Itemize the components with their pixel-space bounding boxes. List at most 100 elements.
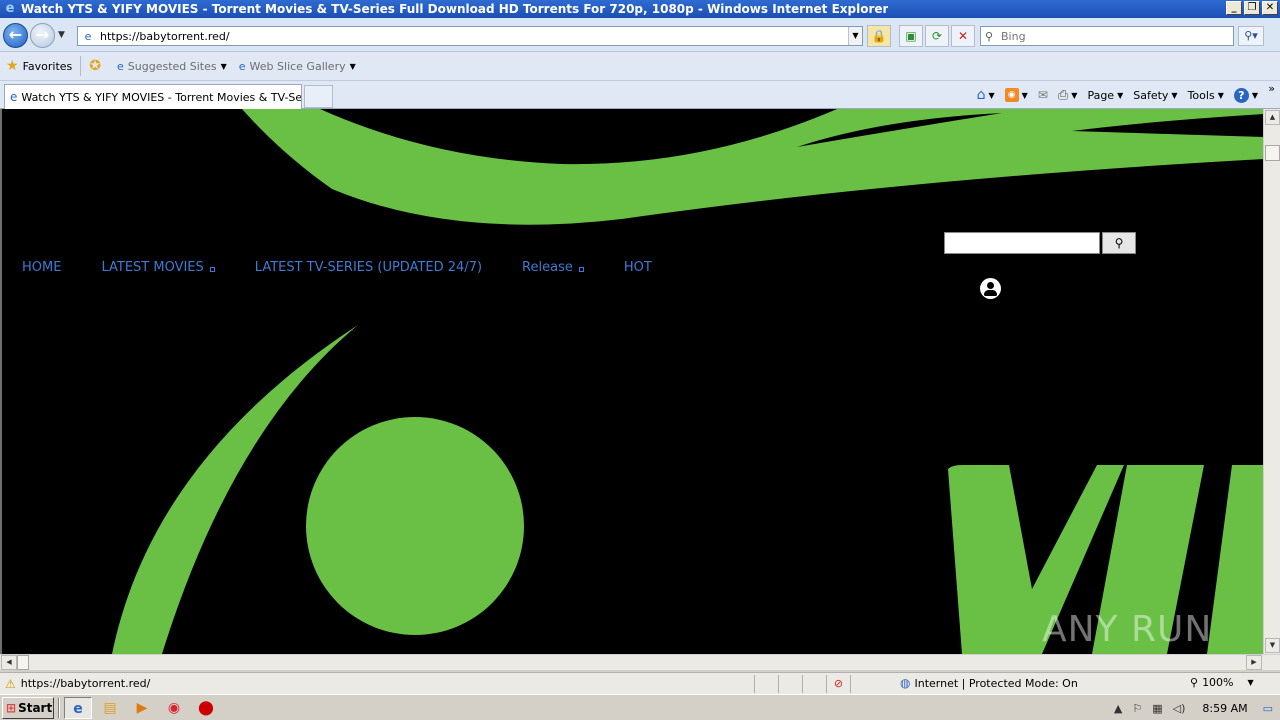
ie-icon: e — [5, 1, 15, 16]
address-dropdown-icon[interactable]: ▼ — [848, 27, 862, 45]
web-slice-gallery-link[interactable]: e Web Slice Gallery ▼ — [239, 60, 356, 73]
page-menu[interactable]: Page ▼ — [1087, 89, 1123, 102]
system-tray: ▲ ⚐ ▦ ◁) 8:59 AM ▭ — [1103, 697, 1278, 719]
tray-expand-icon[interactable]: ▲ — [1114, 702, 1122, 715]
favorites-label: Favorites — [22, 59, 73, 73]
action-center-flag-icon[interactable]: ⚐ — [1132, 702, 1142, 715]
scroll-up-icon[interactable]: ▲ — [1265, 110, 1280, 125]
favorites-button[interactable]: ★ Favorites — [6, 58, 72, 74]
printer-icon: ⎙ — [1057, 87, 1069, 103]
star-icon: ★ — [6, 58, 19, 74]
start-label: Start — [18, 700, 53, 715]
search-button[interactable]: ⚲▾ — [1238, 26, 1264, 46]
status-panel — [802, 675, 826, 693]
home-icon: ⌂ — [976, 87, 986, 103]
page-menu-label: Page — [1087, 88, 1115, 102]
stop-icon[interactable]: ✕ — [951, 25, 975, 47]
network-icon[interactable]: ▦ — [1152, 702, 1162, 715]
user-account-icon[interactable] — [980, 278, 1001, 299]
feeds-button[interactable]: ◉ ▼ — [1004, 88, 1028, 102]
nav-item-home[interactable]: HOME — [22, 260, 61, 275]
recent-pages-dropdown-icon[interactable]: ▼ — [58, 30, 65, 40]
search-provider-icon: ⚲ — [984, 29, 994, 43]
nav-item-latest-movies[interactable]: LATEST MOVIES — [101, 260, 215, 275]
address-input[interactable] — [96, 29, 848, 43]
taskbar-media-player-icon[interactable]: ▶ — [128, 697, 156, 719]
chevron-down-icon: ▼ — [1247, 678, 1254, 687]
home-button[interactable]: ⌂ ▼ — [977, 87, 995, 103]
green-circle — [306, 417, 524, 635]
scrollbar-thumb[interactable] — [1265, 145, 1280, 161]
vertical-scrollbar[interactable]: ▲ ▼ — [1263, 109, 1280, 654]
chevron-down-icon: ▼ — [1071, 90, 1078, 100]
show-desktop-icon[interactable]: ▭ — [1263, 702, 1273, 715]
anyrun-watermark: ANY RUN — [1042, 609, 1213, 650]
nav-item-label: HOT — [623, 260, 652, 275]
chevron-down-icon: ▼ — [349, 61, 356, 71]
nav-item-latest-tv-series[interactable]: LATEST TV-SERIES (UPDATED 24/7) — [255, 260, 482, 275]
horizontal-scrollbar-thumb[interactable] — [17, 655, 29, 670]
chevron-down-icon: ▼ — [1217, 90, 1224, 100]
tab-active[interactable]: e Watch YTS & YIFY MOVIES - Torrent Movi… — [4, 84, 302, 109]
status-panel — [850, 675, 874, 693]
security-zone[interactable]: ◍ Internet | Protected Mode: On — [900, 676, 1078, 690]
compatibility-view-icon[interactable]: ▣ — [899, 25, 923, 47]
zoom-icon: ⚲ — [1190, 676, 1199, 689]
search-icon: ⚲ — [1114, 236, 1124, 250]
taskbar-chrome-icon[interactable]: ◉ — [160, 697, 188, 719]
user-icon-head — [987, 282, 994, 289]
forward-button[interactable]: → — [30, 23, 55, 48]
web-slice-label: Web Slice Gallery — [249, 59, 346, 73]
windows-flag-icon: ⊞ — [6, 700, 17, 715]
print-button[interactable]: ⎙ ▼ — [1058, 88, 1078, 103]
site-search-input[interactable] — [944, 232, 1100, 254]
rss-icon: ◉ — [1004, 88, 1019, 102]
tools-menu[interactable]: Tools ▼ — [1188, 89, 1224, 102]
scroll-left-icon[interactable]: ◀ — [1, 655, 17, 670]
horizontal-scrollbar[interactable]: ◀ ▶ — [0, 654, 1280, 670]
nav-item-hot[interactable]: HOT — [624, 260, 652, 275]
ie-page-icon: e — [10, 90, 18, 104]
close-button[interactable]: ✕ — [1262, 1, 1278, 15]
safety-menu[interactable]: Safety ▼ — [1133, 89, 1177, 102]
restore-button[interactable]: ❐ — [1244, 1, 1260, 15]
ie-page-icon: e — [117, 59, 124, 73]
clock[interactable]: 8:59 AM — [1202, 702, 1247, 715]
refresh-icon[interactable]: ⟳ — [925, 25, 949, 47]
tab-label: Watch YTS & YIFY MOVIES - Torrent Movies… — [21, 90, 301, 104]
volume-icon[interactable]: ◁) — [1173, 702, 1186, 715]
suggested-sites-link[interactable]: e Suggested Sites ▼ — [117, 60, 227, 73]
read-mail-button[interactable]: ✉ — [1038, 88, 1048, 102]
taskbar-ie-icon[interactable]: e — [64, 696, 92, 719]
scroll-right-icon[interactable]: ▶ — [1246, 655, 1262, 670]
minimize-button[interactable]: _ — [1226, 1, 1242, 15]
zoom-level: 100% — [1202, 676, 1234, 689]
scroll-down-icon[interactable]: ▼ — [1265, 638, 1280, 653]
start-button[interactable]: ⊞ Start — [2, 696, 54, 719]
header-background-art — [112, 109, 1264, 654]
warning-icon: ⚠ — [5, 676, 16, 691]
submenu-indicator-icon — [209, 267, 215, 272]
page-icon: e — [84, 29, 92, 43]
search-input[interactable] — [997, 29, 1233, 43]
more-commands-icon[interactable]: » — [1268, 82, 1275, 95]
page-content: HOME LATEST MOVIES LATEST TV-SERIES (UPD… — [0, 109, 1280, 654]
chevron-down-icon: ▼ — [1171, 90, 1178, 100]
divider — [80, 56, 82, 76]
site-search-button[interactable]: ⚲ — [1102, 232, 1136, 254]
new-tab-button[interactable] — [304, 85, 333, 108]
nav-item-release[interactable]: Release — [522, 260, 584, 275]
safety-menu-label: Safety — [1133, 88, 1169, 102]
taskbar-security-icon[interactable]: ⬤ — [192, 697, 220, 719]
lock-icon[interactable]: 🔒 — [867, 25, 891, 47]
help-menu[interactable]: ? ▼ — [1233, 87, 1258, 103]
add-to-favorites-bar-button[interactable]: ✪ — [89, 58, 105, 74]
back-button[interactable]: ← — [3, 23, 28, 48]
status-url: https://babytorrent.red/ — [20, 677, 151, 690]
popup-blocker-icon[interactable]: ⊘ — [826, 675, 850, 693]
status-bar: ⚠ https://babytorrent.red/ ⊘ ◍ Internet … — [0, 672, 1280, 694]
status-panel — [754, 675, 778, 693]
zoom-control[interactable]: ⚲ 100% ▼ — [1190, 676, 1254, 689]
nav-item-label: HOME — [22, 260, 62, 275]
taskbar-explorer-icon[interactable]: ▤ — [96, 697, 124, 719]
